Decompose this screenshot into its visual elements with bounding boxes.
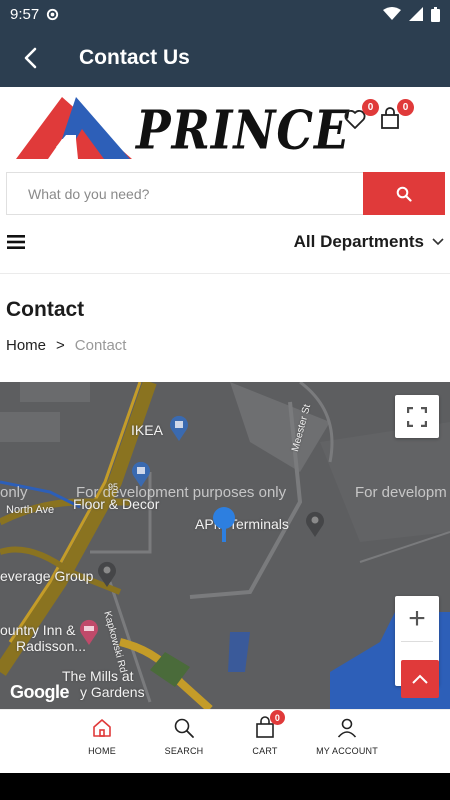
back-button[interactable] xyxy=(0,28,60,87)
signal-icon xyxy=(409,7,423,21)
map-label-mills: The Mills at xyxy=(62,668,134,684)
header-cart-button[interactable]: 0 xyxy=(378,99,414,133)
breadcrumb-current: Contact xyxy=(74,337,127,354)
divider xyxy=(0,273,450,274)
map-label-leverage-group: everage Group xyxy=(0,568,94,584)
nav-my-account-label: MY ACCOUNT xyxy=(316,746,378,756)
map-streets xyxy=(0,382,450,709)
app-bar: Contact Us xyxy=(0,28,450,87)
store-header: PRINCE 0 0 xyxy=(0,87,450,171)
nav-cart-badge: 0 xyxy=(270,710,285,725)
all-departments-label: All Departments xyxy=(293,232,424,251)
logo-mark xyxy=(16,97,132,159)
wishlist-button[interactable]: 0 xyxy=(343,99,379,133)
home-icon xyxy=(93,719,111,737)
fullscreen-icon xyxy=(407,406,427,427)
search-bar xyxy=(6,172,445,215)
map-watermark-right: For developm xyxy=(355,484,447,501)
map-label-gardens: y Gardens xyxy=(80,684,145,700)
nav-home[interactable]: HOME xyxy=(57,716,147,756)
breadcrumb-home[interactable]: Home xyxy=(6,337,46,354)
all-departments-dropdown[interactable]: All Departments xyxy=(294,232,444,252)
nav-cart[interactable]: 0 CART xyxy=(220,710,310,756)
shopping-poi-icon xyxy=(170,415,188,441)
search-icon xyxy=(396,186,412,202)
map-label-country-inn: ountry Inn & xyxy=(0,622,76,638)
chevron-up-icon xyxy=(412,674,428,684)
logo-wordmark: PRINCE xyxy=(136,99,351,162)
map-label-floor-decor: Floor & Decor xyxy=(73,496,160,512)
map-label-radisson: Radisson... xyxy=(16,638,87,654)
breadcrumb-separator: > xyxy=(56,337,65,354)
menu-button[interactable] xyxy=(7,234,25,250)
wishlist-count-badge: 0 xyxy=(362,99,379,116)
map-poi-icon xyxy=(98,561,116,587)
fullscreen-button[interactable] xyxy=(395,395,439,438)
hotel-poi-icon xyxy=(80,619,98,645)
departments-row: All Departments xyxy=(0,222,450,264)
back-arrow-icon xyxy=(24,47,37,68)
map-label-north-ave: North Ave xyxy=(6,504,55,516)
status-time: 9:57 xyxy=(10,5,40,23)
zoom-in-button[interactable]: + xyxy=(395,596,439,641)
map-poi-icon xyxy=(306,511,324,537)
map-label-i95: 95 xyxy=(108,482,119,492)
google-logo: Google xyxy=(10,682,70,702)
prince-logo[interactable]: PRINCE xyxy=(16,95,349,163)
cart-count-badge: 0 xyxy=(397,99,414,116)
status-bar: 9:57 xyxy=(0,0,450,28)
bottom-navigation: HOME SEARCH 0 CART MY ACCOUNT xyxy=(0,709,450,773)
nav-my-account[interactable]: MY ACCOUNT xyxy=(302,716,392,756)
search-icon xyxy=(174,718,194,738)
location-pin-icon xyxy=(213,507,235,542)
breadcrumb: Home > Contact xyxy=(6,337,126,354)
hamburger-icon xyxy=(7,235,25,249)
nav-search[interactable]: SEARCH xyxy=(139,716,229,756)
map-watermark-left: only xyxy=(0,484,28,501)
nav-search-label: SEARCH xyxy=(164,746,204,756)
search-button[interactable] xyxy=(363,172,445,215)
system-navigation-bar xyxy=(0,773,450,800)
user-icon xyxy=(337,718,357,738)
page-title: Contact xyxy=(6,298,85,321)
search-input[interactable] xyxy=(7,173,363,214)
location-map[interactable]: only For development purposes only For d… xyxy=(0,382,450,709)
scroll-to-top-button[interactable] xyxy=(401,660,439,698)
chevron-down-icon xyxy=(432,238,444,246)
map-label-apm-terminals: APM Terminals xyxy=(195,516,289,532)
settings-status-icon xyxy=(47,8,59,20)
wifi-icon xyxy=(383,7,401,20)
battery-icon xyxy=(431,6,440,22)
nav-cart-label: CART xyxy=(252,746,278,756)
map-label-ikea: IKEA xyxy=(131,422,163,438)
app-bar-title: Contact Us xyxy=(79,45,190,69)
shopping-poi-icon xyxy=(132,461,150,487)
nav-home-label: HOME xyxy=(88,746,116,756)
